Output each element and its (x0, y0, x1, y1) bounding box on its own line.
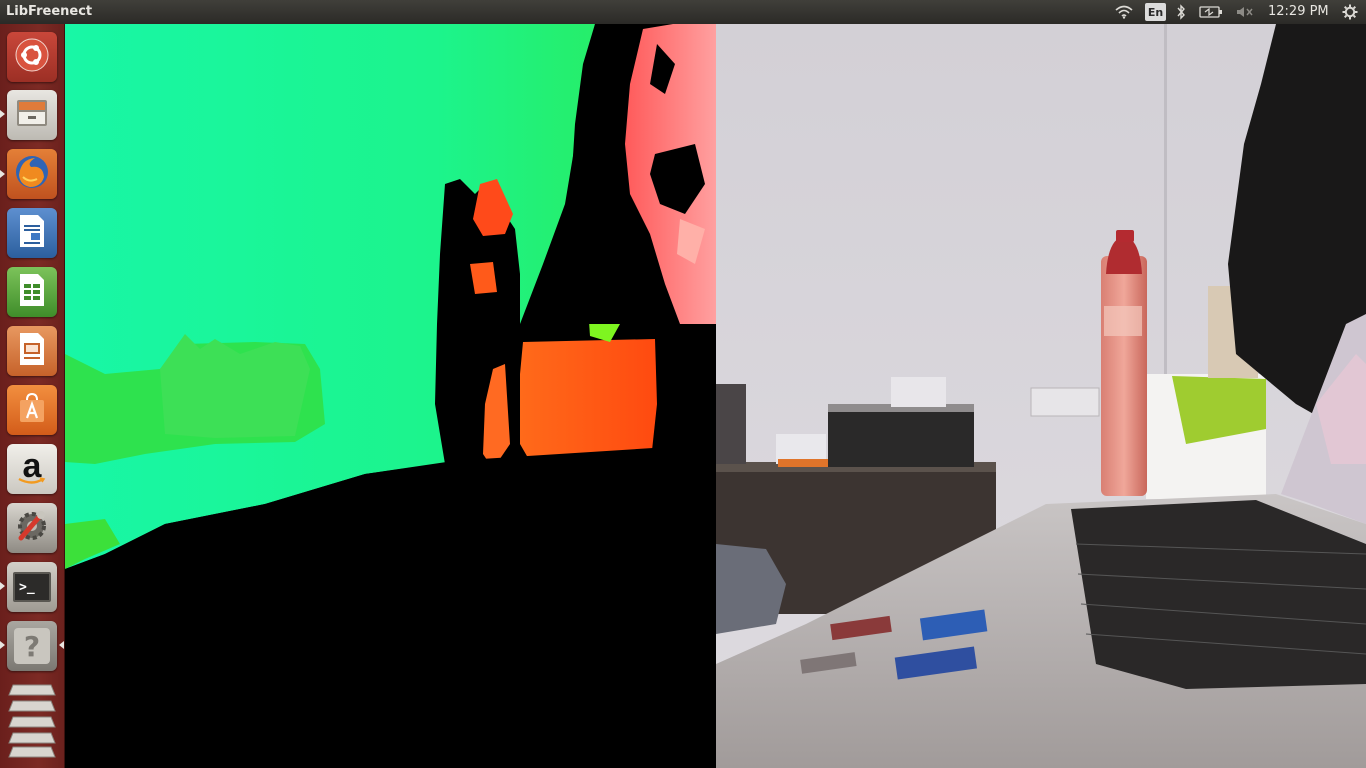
launcher-item-firefox[interactable] (7, 149, 57, 199)
calc-icon (17, 272, 47, 312)
launcher-item-software-center[interactable] (7, 385, 57, 435)
depth-image (65, 24, 716, 768)
workspace-stack-icon (7, 675, 57, 763)
rgb-camera-view (716, 24, 1366, 768)
launcher-item-system-settings[interactable] (7, 503, 57, 553)
firefox-icon (13, 153, 51, 195)
ubuntu-logo-icon (15, 38, 49, 76)
volume-muted-icon[interactable] (1234, 0, 1254, 24)
launcher-item-workspaces[interactable] (7, 676, 57, 762)
keyboard-layout-indicator[interactable]: En (1145, 3, 1166, 21)
file-cabinet-icon (15, 98, 49, 132)
app-title: LibFreenect (6, 4, 93, 19)
wrench-gear-icon (13, 507, 51, 549)
launcher-item-calc[interactable] (7, 267, 57, 317)
launcher-item-files[interactable] (7, 90, 57, 140)
gear-icon[interactable] (1340, 0, 1360, 24)
launcher-item-terminal[interactable]: >_ (7, 562, 57, 612)
rgb-image (716, 24, 1366, 768)
battery-icon[interactable] (1198, 0, 1224, 24)
launcher-item-writer[interactable] (7, 208, 57, 258)
help-icon: ? (14, 628, 50, 664)
launcher-item-dash[interactable] (7, 32, 57, 82)
shopping-bag-icon (15, 391, 49, 429)
launcher-item-help[interactable]: ? (7, 621, 57, 671)
terminal-icon: >_ (13, 572, 51, 602)
depth-camera-view (65, 24, 716, 768)
launcher-item-impress[interactable] (7, 326, 57, 376)
top-panel: LibFreenect En 12:29 PM (0, 0, 1366, 24)
bluetooth-icon[interactable] (1174, 0, 1188, 24)
writer-icon (17, 213, 47, 253)
impress-icon (17, 331, 47, 371)
wifi-icon[interactable] (1114, 0, 1134, 24)
amazon-icon: a (12, 449, 52, 489)
clock[interactable]: 12:29 PM (1268, 4, 1329, 19)
launcher: a >_ ? (0, 24, 65, 768)
launcher-item-amazon[interactable]: a (7, 444, 57, 494)
